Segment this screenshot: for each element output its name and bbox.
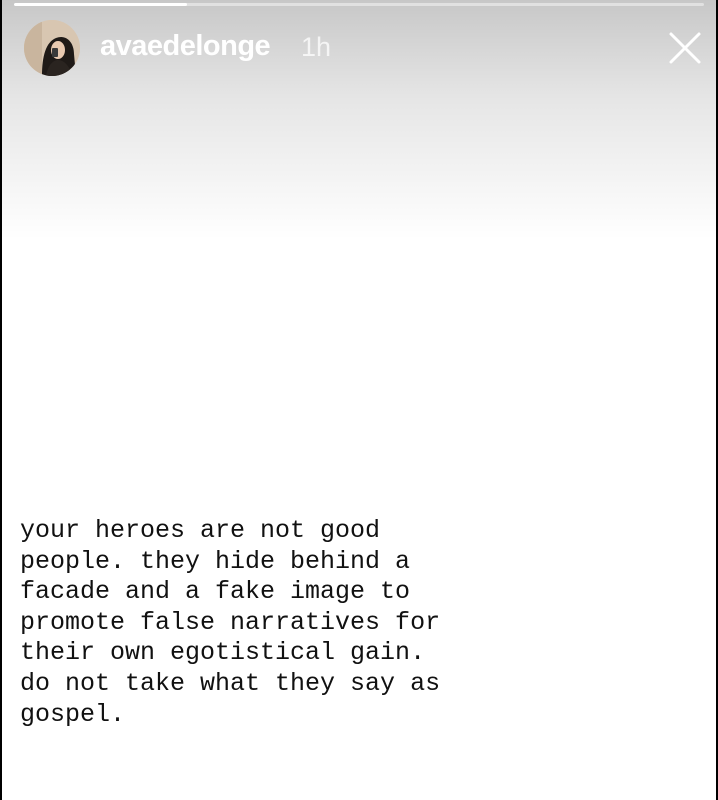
story-progress-fill [14,3,187,6]
username[interactable]: avaedelonge [100,30,271,63]
profile-photo-icon [24,20,80,76]
story-view[interactable]: avaedelonge 1h your heroes are not good … [2,0,716,800]
story-text: your heroes are not good people. they hi… [20,516,441,729]
story-timestamp: 1h [301,32,332,62]
avatar[interactable] [24,20,80,76]
story-progress-bar [14,3,704,6]
close-icon[interactable] [665,28,705,68]
